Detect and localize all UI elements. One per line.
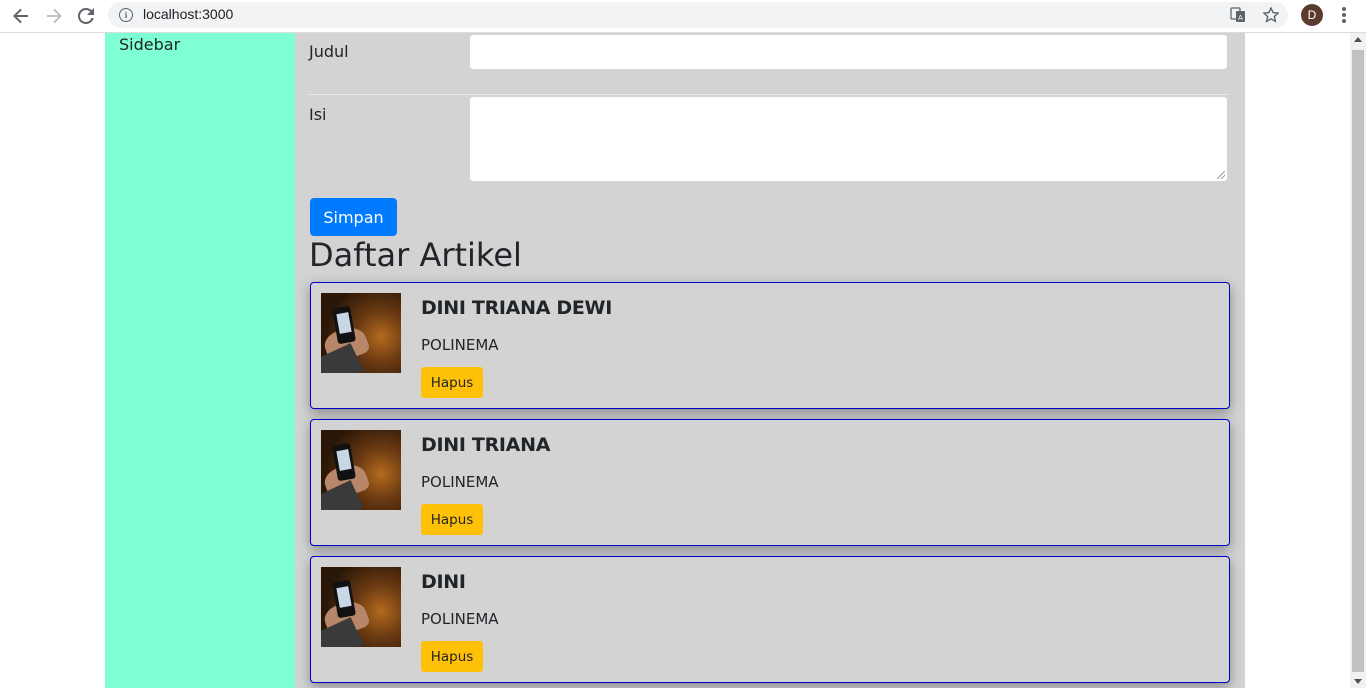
article-title: DINI <box>421 571 466 593</box>
main-content: Judul Isi Simpan Daftar Artikel DINI TRI… <box>295 33 1245 688</box>
delete-button[interactable]: Hapus <box>421 641 483 672</box>
sidebar: Sidebar <box>105 33 295 688</box>
article-subtitle: POLINEMA <box>421 610 499 628</box>
judul-input[interactable] <box>469 34 1228 70</box>
sidebar-label: Sidebar <box>119 35 181 54</box>
article-thumbnail <box>321 567 401 647</box>
scrollbar-thumb[interactable] <box>1352 50 1364 672</box>
divider <box>309 94 1228 95</box>
isi-label: Isi <box>309 105 327 124</box>
article-card: DINI POLINEMA Hapus <box>310 556 1230 683</box>
more-vert-icon[interactable] <box>1334 4 1354 26</box>
profile-avatar[interactable]: D <box>1301 4 1323 26</box>
info-icon[interactable]: i <box>119 8 133 22</box>
forward-arrow-icon[interactable] <box>42 4 66 28</box>
reload-icon[interactable] <box>74 4 98 28</box>
address-bar[interactable]: i localhost:3000 A <box>108 2 1288 28</box>
delete-button[interactable]: Hapus <box>421 367 483 398</box>
browser-toolbar: i localhost:3000 A D <box>0 0 1366 33</box>
svg-text:A: A <box>1238 14 1243 22</box>
page-viewport: Sidebar Judul Isi Simpan Daftar Artikel … <box>0 33 1350 688</box>
back-arrow-icon[interactable] <box>9 4 33 28</box>
article-card: DINI TRIANA POLINEMA Hapus <box>310 419 1230 546</box>
article-title: DINI TRIANA <box>421 434 551 456</box>
save-button[interactable]: Simpan <box>310 198 397 236</box>
star-icon[interactable] <box>1261 5 1281 25</box>
article-card: DINI TRIANA DEWI POLINEMA Hapus <box>310 282 1230 409</box>
article-subtitle: POLINEMA <box>421 336 499 354</box>
article-thumbnail <box>321 430 401 510</box>
resize-handle-icon[interactable] <box>1217 171 1225 179</box>
scroll-down-arrow-icon[interactable] <box>1354 679 1362 684</box>
article-title: DINI TRIANA DEWI <box>421 297 612 319</box>
delete-button[interactable]: Hapus <box>421 504 483 535</box>
judul-label: Judul <box>309 42 349 61</box>
article-subtitle: POLINEMA <box>421 473 499 491</box>
vertical-scrollbar[interactable] <box>1350 33 1366 688</box>
url-text: localhost:3000 <box>143 6 234 22</box>
article-thumbnail <box>321 293 401 373</box>
translate-icon[interactable]: A <box>1228 5 1248 25</box>
scroll-up-arrow-icon[interactable] <box>1354 37 1362 42</box>
isi-textarea[interactable] <box>469 96 1228 182</box>
article-list-title: Daftar Artikel <box>309 236 522 274</box>
